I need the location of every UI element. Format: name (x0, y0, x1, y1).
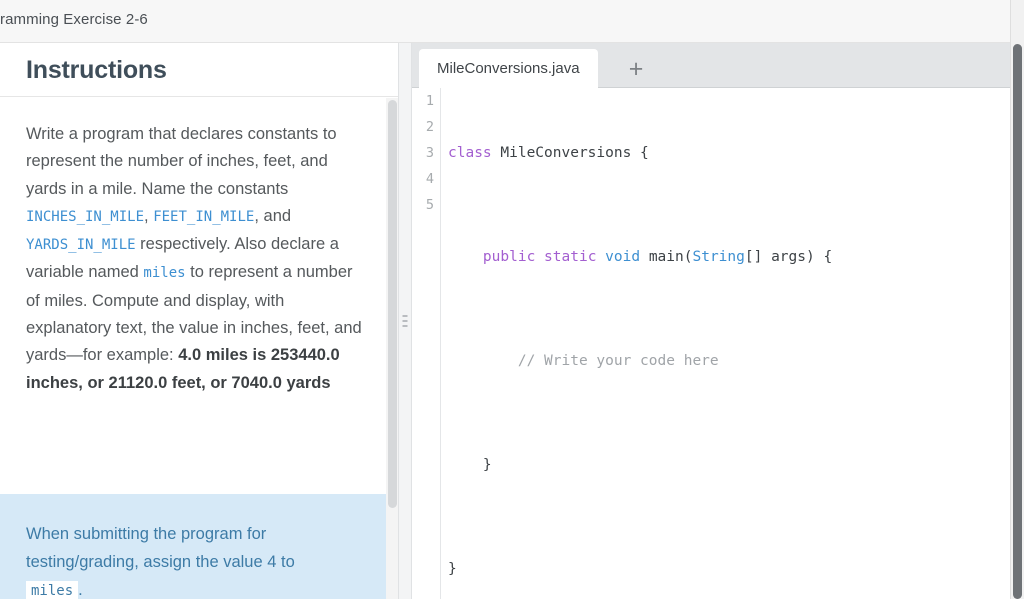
code-comment: // Write your code here (517, 353, 719, 369)
note-text-after: . (78, 581, 83, 599)
code-token-miles: miles (143, 265, 186, 282)
tab-mileconversions-java[interactable]: MileConversions.java (419, 49, 598, 88)
instructions-header: Instructions (0, 43, 398, 97)
grip-dash (402, 320, 408, 322)
drag-handle-icon[interactable] (402, 312, 408, 330)
line-number: 4 (425, 171, 434, 187)
code-type-void: void (605, 249, 641, 265)
submission-note-box: When submitting the program for testing/… (0, 494, 398, 599)
exercise-page: ramming Exercise 2-6 Instructions Write … (0, 0, 1024, 599)
code-keyword-class: class (448, 145, 492, 161)
code-line-2-rest: [] args) { (744, 249, 833, 265)
line-number: 5 (425, 197, 434, 213)
code-separator-1: , (144, 206, 149, 225)
code-line-4-text: } (448, 457, 492, 473)
grip-dash (402, 315, 408, 317)
code-token-inches-in-mile: INCHES_IN_MILE (26, 208, 145, 225)
line-number-gutter: 1 2 3 4 5 (412, 88, 441, 599)
code-token-yards-in-mile: YARDS_IN_MILE (26, 237, 136, 254)
instructions-scrollbar-thumb[interactable] (388, 100, 397, 508)
instructions-body: Write a program that declares constants … (0, 97, 398, 397)
line-number: 1 (425, 93, 434, 109)
code-line-5: } (448, 556, 998, 582)
panel-splitter[interactable] (398, 43, 412, 599)
instructions-panel: Instructions Write a program that declar… (0, 43, 398, 599)
code-line-5-text: } (448, 561, 457, 577)
code-line-1-rest: MileConversions { (491, 145, 649, 161)
page-scrollbar-thumb[interactable] (1013, 44, 1022, 599)
editor-scrollbar-track[interactable] (999, 88, 1010, 599)
code-type-string: String (692, 249, 745, 265)
code-line-3: // Write your code here (448, 348, 998, 374)
code-content[interactable]: class MileConversions { public static vo… (448, 88, 998, 599)
code-separator-2: , and (254, 206, 292, 225)
code-area[interactable]: 1 2 3 4 5 class MileConversions { public… (412, 88, 1010, 599)
page-title: ramming Exercise 2-6 (0, 11, 148, 28)
editor-tab-bar: MileConversions.java + (412, 43, 1010, 88)
instructions-text-part1: Write a program that declares constants … (26, 125, 337, 198)
top-bar: ramming Exercise 2-6 (0, 0, 1010, 43)
code-line-1: class MileConversions { (448, 140, 998, 166)
line-number: 3 (425, 145, 434, 161)
submission-note-text: When submitting the program for testing/… (26, 520, 326, 599)
line-number: 2 (425, 119, 434, 135)
instructions-heading: Instructions (26, 56, 167, 84)
code-line-2: public static void main(String[] args) { (448, 244, 998, 270)
plus-icon[interactable]: + (620, 53, 652, 85)
code-token-feet-in-mile: FEET_IN_MILE (153, 208, 255, 225)
page-scrollbar-track[interactable] (1010, 0, 1024, 599)
grip-dash (402, 325, 408, 327)
code-keyword-public: public (482, 249, 536, 265)
code-keyword-static: static (544, 249, 597, 265)
note-text-before: When submitting the program for testing/… (26, 525, 295, 571)
code-editor-panel: MileConversions.java + 1 2 3 4 5 class M… (412, 43, 1010, 599)
code-method-main: main( (648, 249, 693, 265)
note-code-token-miles: miles (26, 581, 79, 599)
instructions-paragraph: Write a program that declares constants … (26, 121, 364, 397)
code-line-4: } (448, 452, 998, 478)
